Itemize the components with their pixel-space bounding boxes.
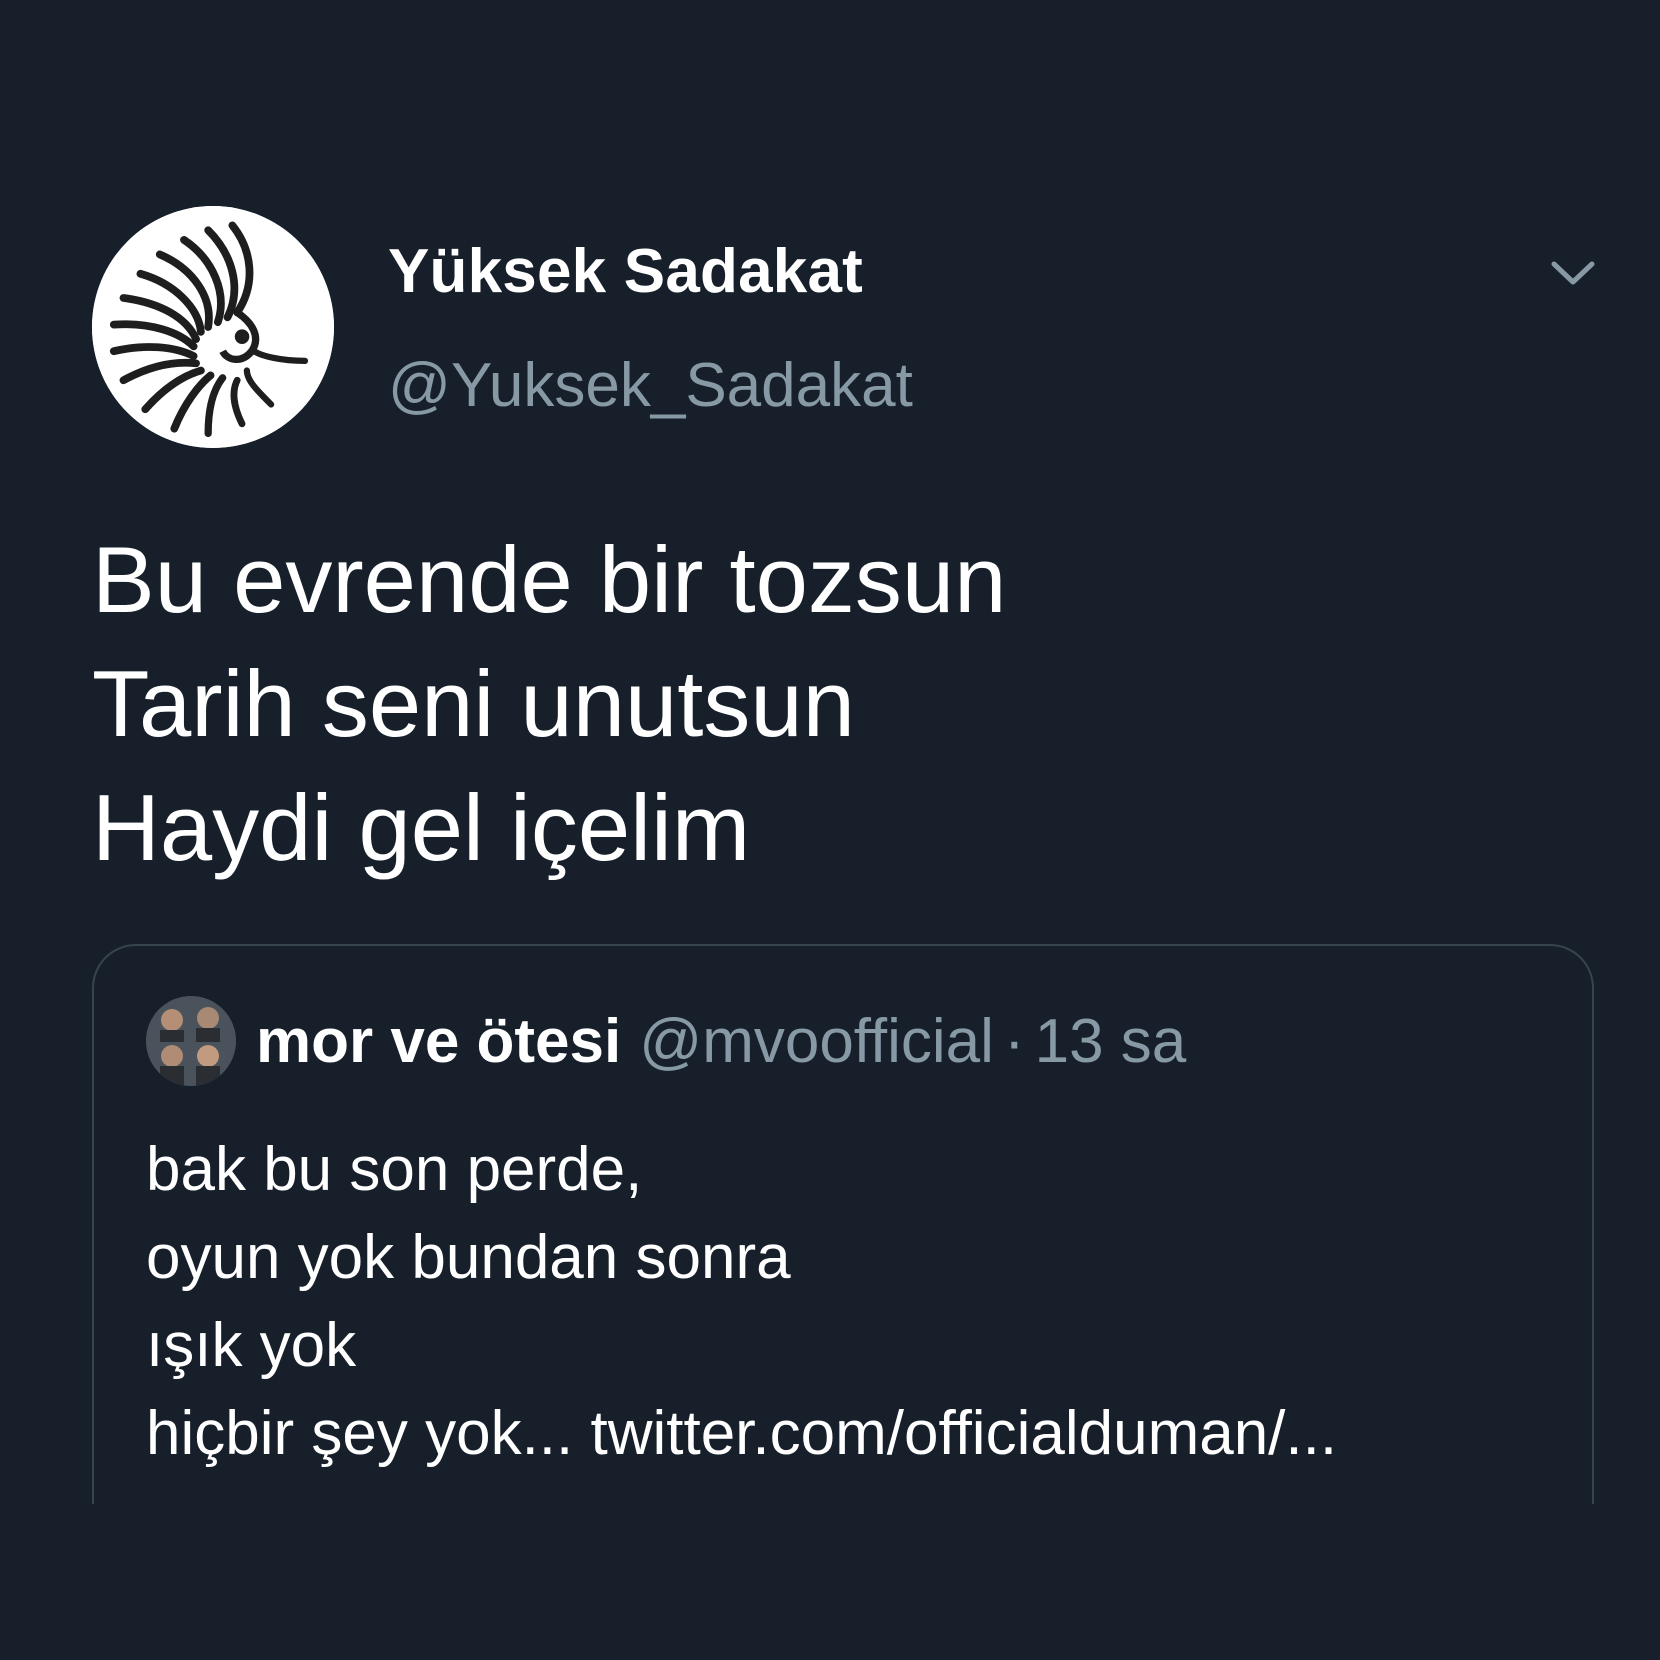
tweet-text-line: Bu evrende bir tozsun: [92, 527, 1007, 632]
quoted-text-line: oyun yok bundan sonra: [146, 1223, 791, 1292]
quoted-text-line: bak bu son perde,: [146, 1135, 643, 1204]
quoted-tweet-text: bak bu son perde, oyun yok bundan sonra …: [146, 1126, 1337, 1478]
quoted-author-handle[interactable]: @mvoofficial: [639, 1007, 994, 1076]
author-display-name[interactable]: Yüksek Sadakat: [388, 236, 863, 307]
quoted-tweet-card[interactable]: mor ve ötesi @mvoofficial · 13 sa bak bu so…: [92, 944, 1594, 1504]
chevron-down-icon[interactable]: [1548, 254, 1598, 294]
band-photo-icon: [146, 996, 236, 1086]
tweet: Yüksek Sadakat @Yuksek_Sadakat Bu evrend…: [0, 0, 1660, 1660]
author-avatar[interactable]: [92, 206, 334, 448]
separator-dot: ·: [1003, 1007, 1025, 1076]
quoted-author-name[interactable]: mor ve ötesi: [256, 1007, 621, 1076]
quoted-tweet-time[interactable]: 13 sa: [1035, 1007, 1187, 1076]
quoted-text-line: hiçbir şey yok... twitter.com/officialdu…: [146, 1399, 1338, 1468]
quoted-tweet-header: mor ve ötesi @mvoofficial · 13 sa: [256, 1006, 1186, 1078]
tweet-text-line: Haydi gel içelim: [92, 775, 751, 880]
tweet-text: Bu evrende bir tozsun Tarih seni unutsun…: [92, 518, 1006, 890]
quoted-author-avatar[interactable]: [146, 996, 236, 1086]
spiral-logo-icon: [92, 206, 334, 448]
author-handle[interactable]: @Yuksek_Sadakat: [388, 350, 913, 421]
tweet-text-line: Tarih seni unutsun: [92, 651, 855, 756]
quoted-text-line: ışık yok: [146, 1311, 357, 1380]
